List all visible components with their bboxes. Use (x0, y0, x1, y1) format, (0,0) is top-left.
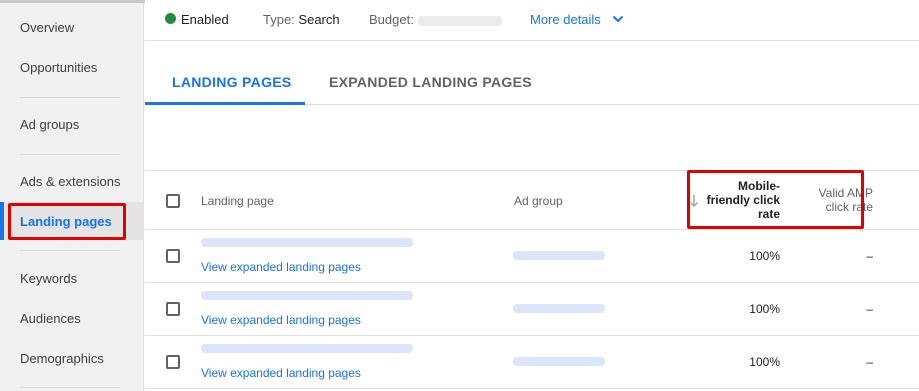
sidebar-item-opportunities[interactable]: Opportunities (20, 60, 97, 75)
sidebar-divider (20, 250, 120, 251)
valid-amp-click-rate: – (866, 249, 873, 263)
column-header-ad-group[interactable]: Ad group (514, 194, 563, 208)
table-row: View expanded landing pages 100% – (145, 230, 919, 283)
sidebar-active-indicator (0, 202, 4, 240)
campaign-type: Type: Search (263, 12, 340, 27)
landing-page-url-redacted[interactable] (201, 344, 413, 353)
ad-group-name-redacted[interactable] (513, 357, 605, 366)
mobile-friendly-click-rate: 100% (749, 302, 780, 316)
select-all-checkbox[interactable] (166, 194, 180, 208)
status-enabled[interactable]: Enabled (181, 12, 229, 27)
row-checkbox[interactable] (166, 249, 180, 263)
sidebar-divider (20, 97, 120, 98)
sidebar-item-audiences[interactable]: Audiences (20, 311, 81, 326)
highlight-landing-pages-nav (8, 203, 126, 240)
valid-amp-click-rate: – (866, 302, 873, 316)
type-label: Type: (263, 12, 295, 27)
valid-amp-click-rate: – (866, 355, 873, 369)
table-row: View expanded landing pages 100% – (145, 283, 919, 336)
row-checkbox[interactable] (166, 355, 180, 369)
tab-landing-pages[interactable]: LANDING PAGES (172, 74, 292, 90)
column-header-landing-page[interactable]: Landing page (201, 194, 274, 208)
campaign-budget: Budget: (369, 12, 502, 27)
more-details-link[interactable]: More details (530, 12, 601, 27)
view-expanded-landing-pages-link[interactable]: View expanded landing pages (201, 313, 361, 327)
sidebar-item-ad-groups[interactable]: Ad groups (20, 117, 79, 132)
campaign-status-bar: Enabled Type: Search Budget: More detail… (145, 0, 919, 41)
tab-bar: LANDING PAGES EXPANDED LANDING PAGES (145, 42, 919, 105)
active-tab-indicator (145, 102, 305, 105)
sidebar: Overview Opportunities Ad groups Ads & e… (0, 0, 144, 391)
ad-group-name-redacted[interactable] (513, 304, 605, 313)
landing-page-url-redacted[interactable] (201, 291, 413, 300)
row-checkbox[interactable] (166, 302, 180, 316)
table-row: View expanded landing pages 100% – (145, 336, 919, 389)
sidebar-item-overview[interactable]: Overview (20, 20, 74, 35)
sidebar-divider (20, 387, 120, 388)
sidebar-item-keywords[interactable]: Keywords (20, 271, 77, 286)
sidebar-item-ads-extensions[interactable]: Ads & extensions (20, 174, 120, 189)
sidebar-item-demographics[interactable]: Demographics (20, 351, 104, 366)
mobile-friendly-click-rate: 100% (749, 249, 780, 263)
view-expanded-landing-pages-link[interactable]: View expanded landing pages (201, 366, 361, 380)
highlight-click-rate-columns (687, 170, 864, 229)
view-expanded-landing-pages-link[interactable]: View expanded landing pages (201, 260, 361, 274)
ad-group-name-redacted[interactable] (513, 251, 605, 260)
enabled-status-icon (165, 13, 176, 24)
tab-expanded-landing-pages[interactable]: EXPANDED LANDING PAGES (329, 74, 532, 90)
landing-page-url-redacted[interactable] (201, 238, 413, 247)
type-value: Search (298, 12, 340, 27)
chevron-down-icon[interactable] (612, 13, 624, 25)
sidebar-divider (20, 154, 120, 155)
budget-label: Budget: (369, 12, 414, 27)
budget-value-redacted (417, 15, 502, 26)
mobile-friendly-click-rate: 100% (749, 355, 780, 369)
